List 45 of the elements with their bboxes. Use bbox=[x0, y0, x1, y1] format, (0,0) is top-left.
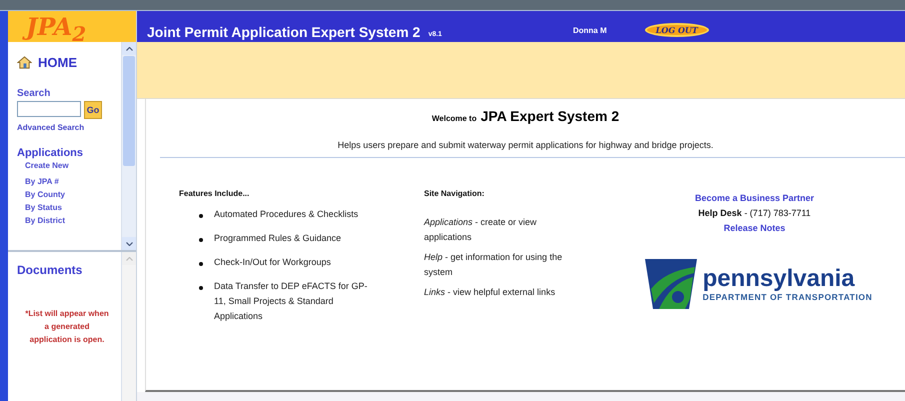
browse-link[interactable]: By County bbox=[25, 188, 65, 201]
chevron-down-icon bbox=[126, 242, 132, 246]
browse-link[interactable]: By JPA # bbox=[25, 175, 59, 188]
help-desk-text: Help Desk - (717) 783-7711 bbox=[698, 207, 811, 220]
scrollbar[interactable] bbox=[121, 252, 136, 401]
navigation-text: Applications - create or view applications bbox=[424, 216, 538, 244]
release-notes-link[interactable]: Release Notes bbox=[724, 221, 786, 236]
create-new-link[interactable]: Create New bbox=[25, 161, 69, 170]
bullet-icon bbox=[199, 262, 203, 266]
agency-name: pennsylvania bbox=[702, 266, 856, 292]
feature-text: Programmed Rules & Guidance bbox=[214, 232, 342, 245]
section-heading: Applications bbox=[17, 147, 84, 159]
keystone-icon bbox=[644, 259, 697, 309]
feature-text: Data Transfer to DEP eFACTS for GP-11, Small Projects & Standard Applications bbox=[214, 280, 368, 323]
house-icon bbox=[17, 55, 32, 70]
feature-text: Check-In/Out for Workgroups bbox=[214, 256, 332, 269]
agency-subtitle: DEPARTMENT OF TRANSPORTATION bbox=[702, 292, 872, 302]
bullet-icon bbox=[199, 238, 203, 242]
navigation-text: Links - view helpful external links bbox=[424, 286, 556, 299]
search-label: Search bbox=[17, 88, 50, 99]
subtitle-text: Helps users prepare and submit waterway permit applications for highway and bridge projects. bbox=[336, 140, 714, 150]
features-heading: Features Include... bbox=[179, 189, 250, 198]
go-button[interactable]: Go bbox=[84, 101, 102, 119]
chevron-up-icon bbox=[126, 256, 132, 260]
welcome-title: JPA Expert System 2 bbox=[480, 108, 620, 124]
user-name: Donna M bbox=[572, 26, 607, 37]
feature-text: Automated Procedures & Checklists bbox=[214, 208, 360, 221]
logo: JPA$_{2}$ bbox=[8, 11, 136, 42]
scrollbar[interactable] bbox=[121, 42, 136, 250]
section-heading: Documents bbox=[17, 263, 82, 277]
home-link[interactable]: HOME bbox=[17, 55, 77, 70]
navigation-text: Help - get information for using the system bbox=[424, 251, 564, 279]
app-title: Joint Permit Application Expert System 2 bbox=[147, 24, 420, 40]
notice-text: *List will appear when a generated application is open. bbox=[25, 308, 109, 346]
navigation-heading: Site Navigation: bbox=[424, 189, 486, 198]
search-field[interactable] bbox=[17, 101, 81, 117]
bullet-icon bbox=[199, 214, 203, 218]
partner-link[interactable]: Become a Business Partner bbox=[694, 191, 814, 206]
logout-button[interactable]: LOG OUT bbox=[644, 23, 709, 37]
bullet-icon bbox=[199, 286, 203, 290]
chevron-up-icon bbox=[126, 46, 132, 50]
advanced-search-link[interactable]: Advanced Search bbox=[17, 123, 84, 132]
browse-link[interactable]: By Status bbox=[25, 201, 62, 214]
welcome-text: Welcome to bbox=[432, 114, 477, 123]
browse-link[interactable]: By District bbox=[25, 214, 66, 227]
